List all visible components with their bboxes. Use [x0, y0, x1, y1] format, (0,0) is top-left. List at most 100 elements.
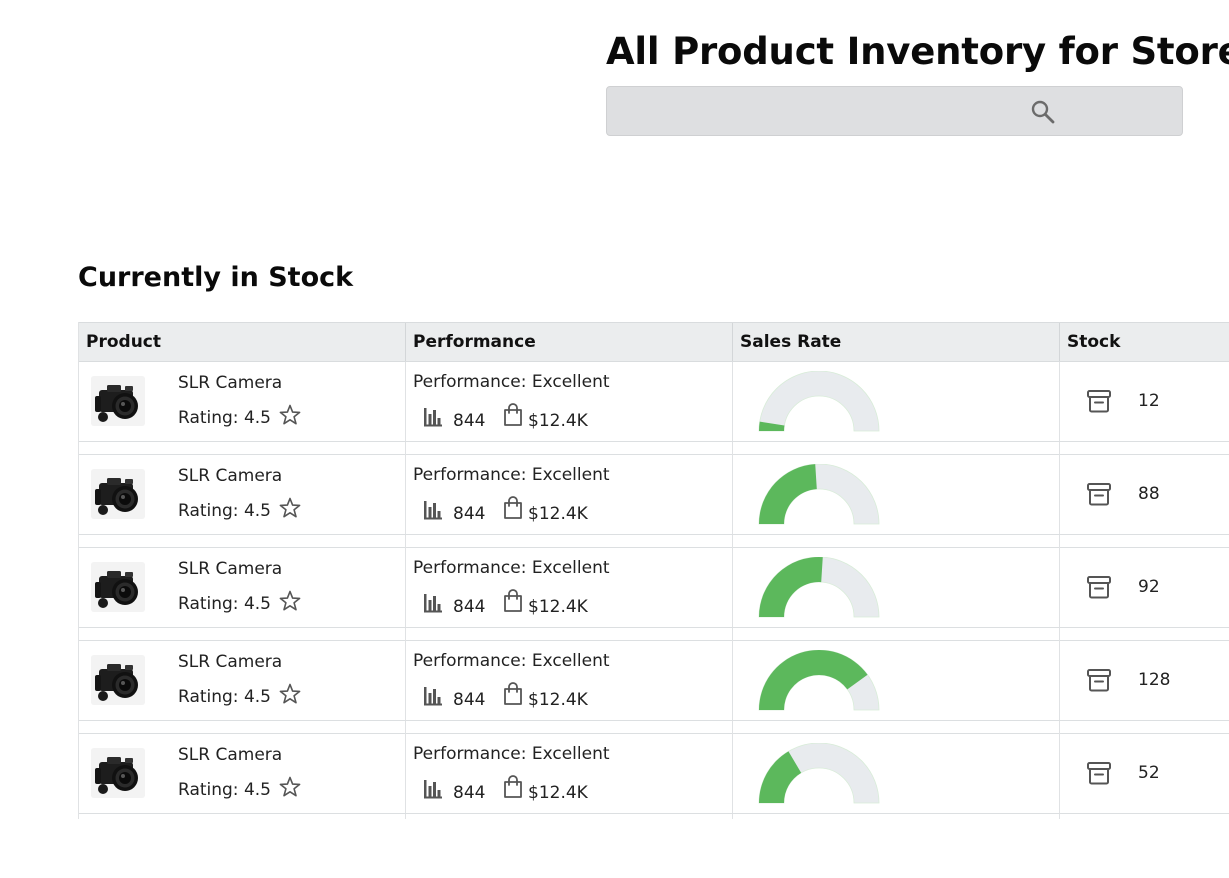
table-row[interactable]: SLR Camera Rating: 4.5 Performance: Exce… — [79, 455, 1229, 535]
sales-rate-gauge — [758, 650, 880, 711]
bar-chart-icon — [424, 594, 442, 613]
column-divider — [732, 548, 733, 627]
shopping-bag-icon — [504, 775, 522, 798]
column-divider — [732, 628, 733, 641]
camera-image — [91, 469, 145, 519]
shopping-bag-icon — [504, 589, 522, 612]
shopping-bag-icon — [504, 403, 522, 426]
revenue-value: $12.4K — [528, 411, 588, 431]
table-row[interactable]: SLR Camera Rating: 4.5 Performance: Exce… — [79, 548, 1229, 628]
stock-value: 52 — [1138, 763, 1160, 783]
camera-image — [91, 655, 145, 705]
product-name[interactable]: SLR Camera — [178, 466, 282, 486]
column-divider — [732, 734, 733, 813]
bar-chart-icon — [424, 408, 442, 427]
column-header-sales-rate[interactable]: Sales Rate — [732, 323, 1059, 361]
table-row[interactable]: SLR Camera Rating: 4.5 Performance: Exce… — [79, 362, 1229, 442]
product-thumbnail — [91, 562, 145, 612]
star-icon[interactable] — [278, 589, 302, 613]
product-rating: Rating: 4.5 — [178, 594, 271, 614]
sales-rate-gauge — [758, 464, 880, 525]
gauge-fill — [759, 557, 823, 617]
column-divider — [405, 641, 406, 720]
table-row[interactable]: SLR Camera Rating: 4.5 Performance: Exce… — [79, 734, 1229, 814]
star-icon[interactable] — [278, 682, 302, 706]
column-divider — [1059, 535, 1060, 548]
performance-label: Performance: Excellent — [413, 744, 610, 764]
archive-box-icon[interactable] — [1085, 759, 1113, 787]
gauge-track — [758, 371, 880, 432]
column-divider — [1059, 362, 1060, 441]
column-divider — [405, 535, 406, 548]
column-divider — [405, 548, 406, 627]
column-header-product[interactable]: Product — [79, 323, 405, 361]
column-divider — [405, 455, 406, 534]
star-icon[interactable] — [278, 403, 302, 427]
revenue-value: $12.4K — [528, 504, 588, 524]
row-spacer — [79, 442, 1229, 455]
product-name[interactable]: SLR Camera — [178, 652, 282, 672]
performance-label: Performance: Excellent — [413, 558, 610, 578]
archive-box-icon[interactable] — [1085, 573, 1113, 601]
table-row[interactable]: SLR Camera Rating: 4.5 Performance: Exce… — [79, 641, 1229, 721]
revenue-value: $12.4K — [528, 783, 588, 803]
product-name[interactable]: SLR Camera — [178, 559, 282, 579]
column-divider — [405, 628, 406, 641]
column-divider — [1059, 814, 1060, 819]
star-icon[interactable] — [278, 775, 302, 799]
column-divider — [405, 442, 406, 455]
column-divider — [732, 814, 733, 819]
column-divider — [1059, 734, 1060, 813]
bar-chart-icon — [424, 501, 442, 520]
column-divider — [405, 734, 406, 813]
search-input[interactable] — [607, 87, 1182, 135]
column-divider — [405, 362, 406, 441]
product-thumbnail — [91, 748, 145, 798]
column-divider — [1059, 455, 1060, 534]
column-divider — [405, 814, 406, 819]
star-icon[interactable] — [278, 496, 302, 520]
revenue-value: $12.4K — [528, 690, 588, 710]
stock-value: 128 — [1138, 670, 1171, 690]
archive-box-icon[interactable] — [1085, 666, 1113, 694]
sales-rate-gauge — [758, 557, 880, 618]
column-header-stock[interactable]: Stock — [1059, 323, 1229, 361]
camera-image — [91, 562, 145, 612]
archive-box-icon[interactable] — [1085, 387, 1113, 415]
revenue-value: $12.4K — [528, 597, 588, 617]
product-thumbnail — [91, 376, 145, 426]
product-rating: Rating: 4.5 — [178, 408, 271, 428]
column-header-performance[interactable]: Performance — [405, 323, 732, 361]
product-rating: Rating: 4.5 — [178, 687, 271, 707]
sales-rate-gauge — [758, 371, 880, 432]
shopping-bag-icon — [504, 682, 522, 705]
camera-image — [91, 376, 145, 426]
gauge-fill — [759, 464, 817, 524]
search-icon[interactable] — [1030, 99, 1056, 125]
archive-box-icon[interactable] — [1085, 480, 1113, 508]
column-divider — [1059, 721, 1060, 734]
product-name[interactable]: SLR Camera — [178, 745, 282, 765]
product-name[interactable]: SLR Camera — [178, 373, 282, 393]
stock-value: 12 — [1138, 391, 1160, 411]
column-divider — [1059, 442, 1060, 455]
column-divider — [732, 641, 733, 720]
section-title: Currently in Stock — [78, 262, 354, 293]
row-spacer — [79, 721, 1229, 734]
search-box[interactable] — [606, 86, 1183, 136]
column-divider — [405, 721, 406, 734]
bar-chart-icon — [424, 687, 442, 706]
column-divider — [1059, 548, 1060, 627]
column-divider — [1059, 641, 1060, 720]
table-header-row: Product Performance Sales Rate Stock — [79, 322, 1229, 362]
stock-value: 88 — [1138, 484, 1160, 504]
camera-image — [91, 748, 145, 798]
bar-chart-icon — [424, 780, 442, 799]
product-rating: Rating: 4.5 — [178, 780, 271, 800]
shopping-bag-icon — [504, 496, 522, 519]
performance-label: Performance: Excellent — [413, 372, 610, 392]
sales-count: 844 — [453, 411, 486, 431]
column-divider — [732, 442, 733, 455]
performance-label: Performance: Excellent — [413, 651, 610, 671]
column-divider — [732, 721, 733, 734]
